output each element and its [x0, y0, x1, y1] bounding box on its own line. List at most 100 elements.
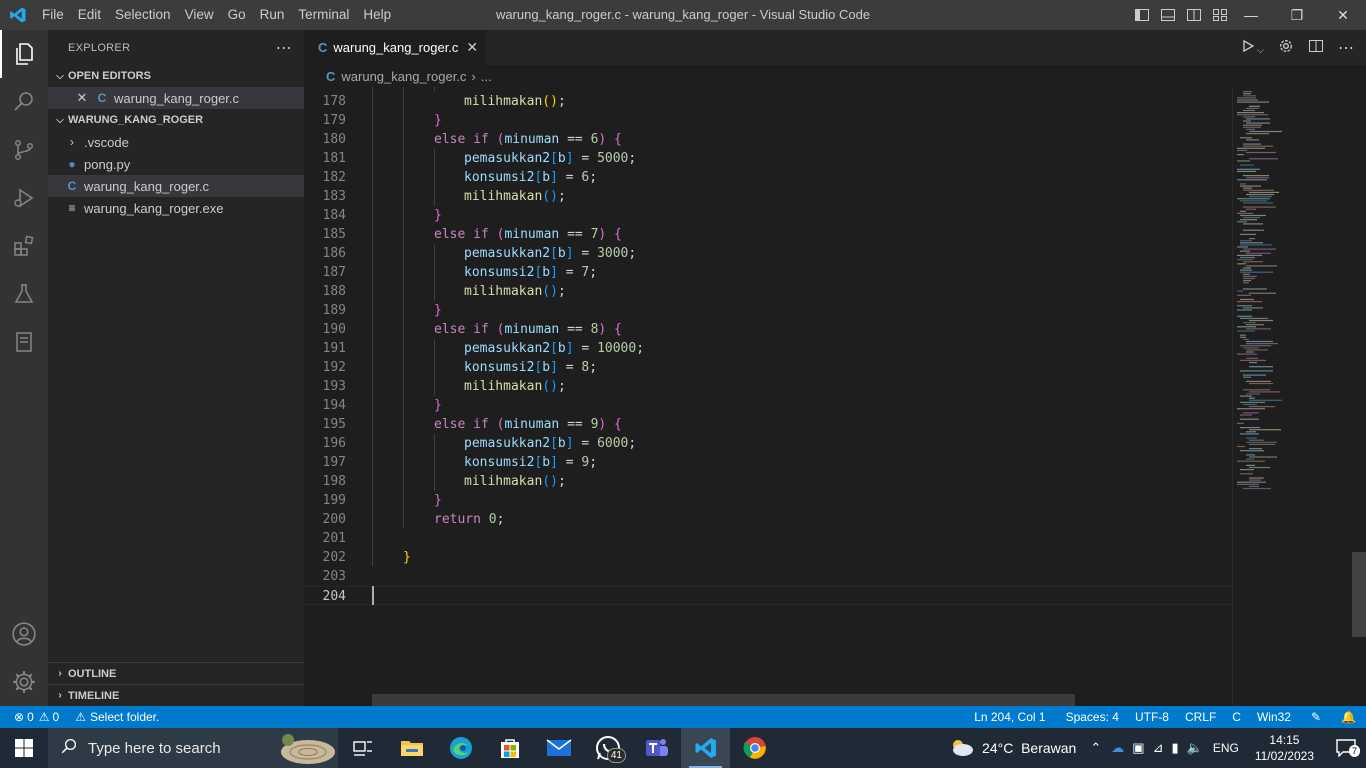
network-icon[interactable]: ⊿ [1153, 740, 1164, 756]
code-line: 192 konsumsi2[b] = 8; [304, 358, 1232, 377]
open-editors-section[interactable]: ⌵ OPEN EDITORS [48, 65, 304, 87]
tab-warung-kang-roger[interactable]: C warung_kang_roger.c ✕ [304, 30, 487, 65]
minimap-line [1240, 137, 1252, 139]
menu-go[interactable]: Go [221, 0, 253, 30]
restore-icon[interactable]: ❐ [1274, 0, 1320, 30]
menu-help[interactable]: Help [356, 0, 398, 30]
edge-browser-icon[interactable] [436, 728, 485, 768]
toggle-panel-icon[interactable] [1160, 7, 1176, 23]
clock[interactable]: 14:15 11/02/2023 [1243, 732, 1326, 764]
account-icon[interactable] [0, 610, 48, 658]
minimap[interactable] [1232, 87, 1352, 706]
microsoft-store-icon[interactable] [485, 728, 534, 768]
toggle-secondary-sidebar-icon[interactable] [1186, 7, 1202, 23]
battery-icon[interactable]: ▮ [1171, 740, 1178, 756]
file-explorer-icon[interactable] [387, 728, 436, 768]
explorer-icon[interactable] [0, 30, 48, 78]
menu-run[interactable]: Run [253, 0, 292, 30]
search-icon [60, 737, 78, 759]
testing-icon[interactable] [0, 270, 48, 318]
problems-indicator[interactable]: ⊗ 0 ⚠ 0 [0, 706, 65, 728]
chrome-icon[interactable] [730, 728, 779, 768]
end-of-line[interactable]: CRLF [1179, 706, 1226, 728]
breadcrumb: C warung_kang_roger.c › ... [304, 65, 1366, 87]
meet-now-icon[interactable]: ▣ [1132, 740, 1144, 756]
vscode-taskbar-icon[interactable] [681, 728, 730, 768]
more-actions-icon[interactable]: ⋯ [1338, 38, 1354, 58]
notifications-bell-icon[interactable]: 🔔 [1331, 706, 1366, 728]
teams-icon[interactable] [632, 728, 681, 768]
open-editor-item[interactable]: ✕ C warung_kang_roger.c [48, 87, 304, 109]
notification-center-icon[interactable]: 7 [1326, 739, 1366, 757]
start-button[interactable] [0, 728, 48, 768]
split-editor-icon[interactable] [1308, 38, 1324, 57]
toggle-primary-sidebar-icon[interactable] [1134, 7, 1150, 23]
search-icon[interactable] [0, 78, 48, 126]
file-tree-item[interactable]: ● pong.py [48, 153, 304, 175]
onedrive-icon[interactable]: ☁ [1111, 740, 1124, 756]
encoding[interactable]: UTF-8 [1129, 706, 1179, 728]
workspace-section[interactable]: ⌵ WARUNG_KANG_ROGER [48, 109, 304, 131]
close-window-icon[interactable]: ✕ [1320, 0, 1366, 30]
code-line: 193 milihmakan(); [304, 377, 1232, 396]
file-tree-item[interactable]: › .vscode [48, 131, 304, 153]
minimap-line [1240, 317, 1268, 319]
settings-gear-icon[interactable] [0, 658, 48, 706]
file-tree-item[interactable]: ≡ warung_kang_roger.exe [48, 197, 304, 219]
mail-icon[interactable] [534, 728, 583, 768]
menu-edit[interactable]: Edit [71, 0, 108, 30]
menu-view[interactable]: View [178, 0, 221, 30]
timeline-section[interactable]: › TIMELINE [48, 684, 304, 706]
remote-explorer-icon[interactable] [0, 318, 48, 366]
vertical-scrollbar-thumb[interactable] [1352, 552, 1366, 637]
outline-section[interactable]: › OUTLINE [48, 662, 304, 684]
code-editor[interactable]: 178 milihmakan(); 179} 180 else if (minuma… [304, 87, 1232, 706]
customize-layout-icon[interactable] [1212, 7, 1228, 23]
weather-text[interactable]: 24°C Berawan [982, 740, 1076, 756]
minimap-line [1243, 248, 1276, 250]
horizontal-scrollbar[interactable] [372, 694, 1075, 706]
weather-cloud-icon[interactable] [948, 737, 974, 760]
feedback-icon[interactable]: ✎ [1301, 706, 1331, 728]
extensions-icon[interactable] [0, 222, 48, 270]
cursor-position[interactable]: Ln 204, Col 1 [968, 706, 1059, 728]
close-tab-icon[interactable]: ✕ [466, 39, 478, 56]
minimize-icon[interactable]: — [1228, 0, 1274, 30]
vscode-logo-icon [0, 0, 35, 30]
vertical-scrollbar[interactable] [1352, 87, 1366, 706]
whatsapp-icon[interactable]: 41 [583, 728, 632, 768]
volume-icon[interactable]: 🔈 [1187, 740, 1203, 756]
code-line: 202} [304, 548, 1232, 567]
minimap-line [1249, 448, 1262, 450]
run-file-icon[interactable]: ⌵ [1241, 39, 1264, 56]
minimap-line [1240, 450, 1264, 452]
select-folder-item[interactable]: ⚠ Select folder. [65, 706, 165, 728]
task-view-icon[interactable] [338, 728, 387, 768]
language-mode[interactable]: C [1226, 706, 1251, 728]
minimap-line [1249, 382, 1273, 385]
source-control-icon[interactable] [0, 126, 48, 174]
indentation[interactable]: Spaces: 4 [1060, 706, 1129, 728]
platform-configuration[interactable]: Win32 [1251, 706, 1301, 728]
minimap-line [1243, 143, 1261, 145]
minimap-line [1249, 292, 1276, 294]
code-line: 194} [304, 396, 1232, 415]
minimap-line [1243, 223, 1263, 225]
file-tree-item[interactable]: C warung_kang_roger.c [48, 175, 304, 197]
taskbar-search-box[interactable]: Type here to search [48, 728, 338, 768]
more-actions-icon[interactable]: ⋯ [276, 38, 292, 58]
input-language[interactable]: ENG [1213, 741, 1239, 755]
run-debug-icon[interactable] [0, 174, 48, 222]
line-number: 197 [322, 455, 346, 470]
settings-icon[interactable] [1278, 38, 1294, 57]
close-editor-icon[interactable]: ✕ [74, 90, 90, 106]
open-editors-label: OPEN EDITORS [68, 70, 151, 82]
menu-terminal[interactable]: Terminal [291, 0, 356, 30]
menu-file[interactable]: File [35, 0, 71, 30]
minimap-line [1243, 261, 1263, 263]
chevron-up-icon[interactable]: ⌃ [1090, 740, 1101, 756]
breadcrumb-file[interactable]: warung_kang_roger.c [341, 69, 466, 84]
breadcrumb-more[interactable]: ... [481, 69, 492, 84]
menu-selection[interactable]: Selection [108, 0, 178, 30]
select-folder-label: Select folder. [89, 710, 160, 724]
